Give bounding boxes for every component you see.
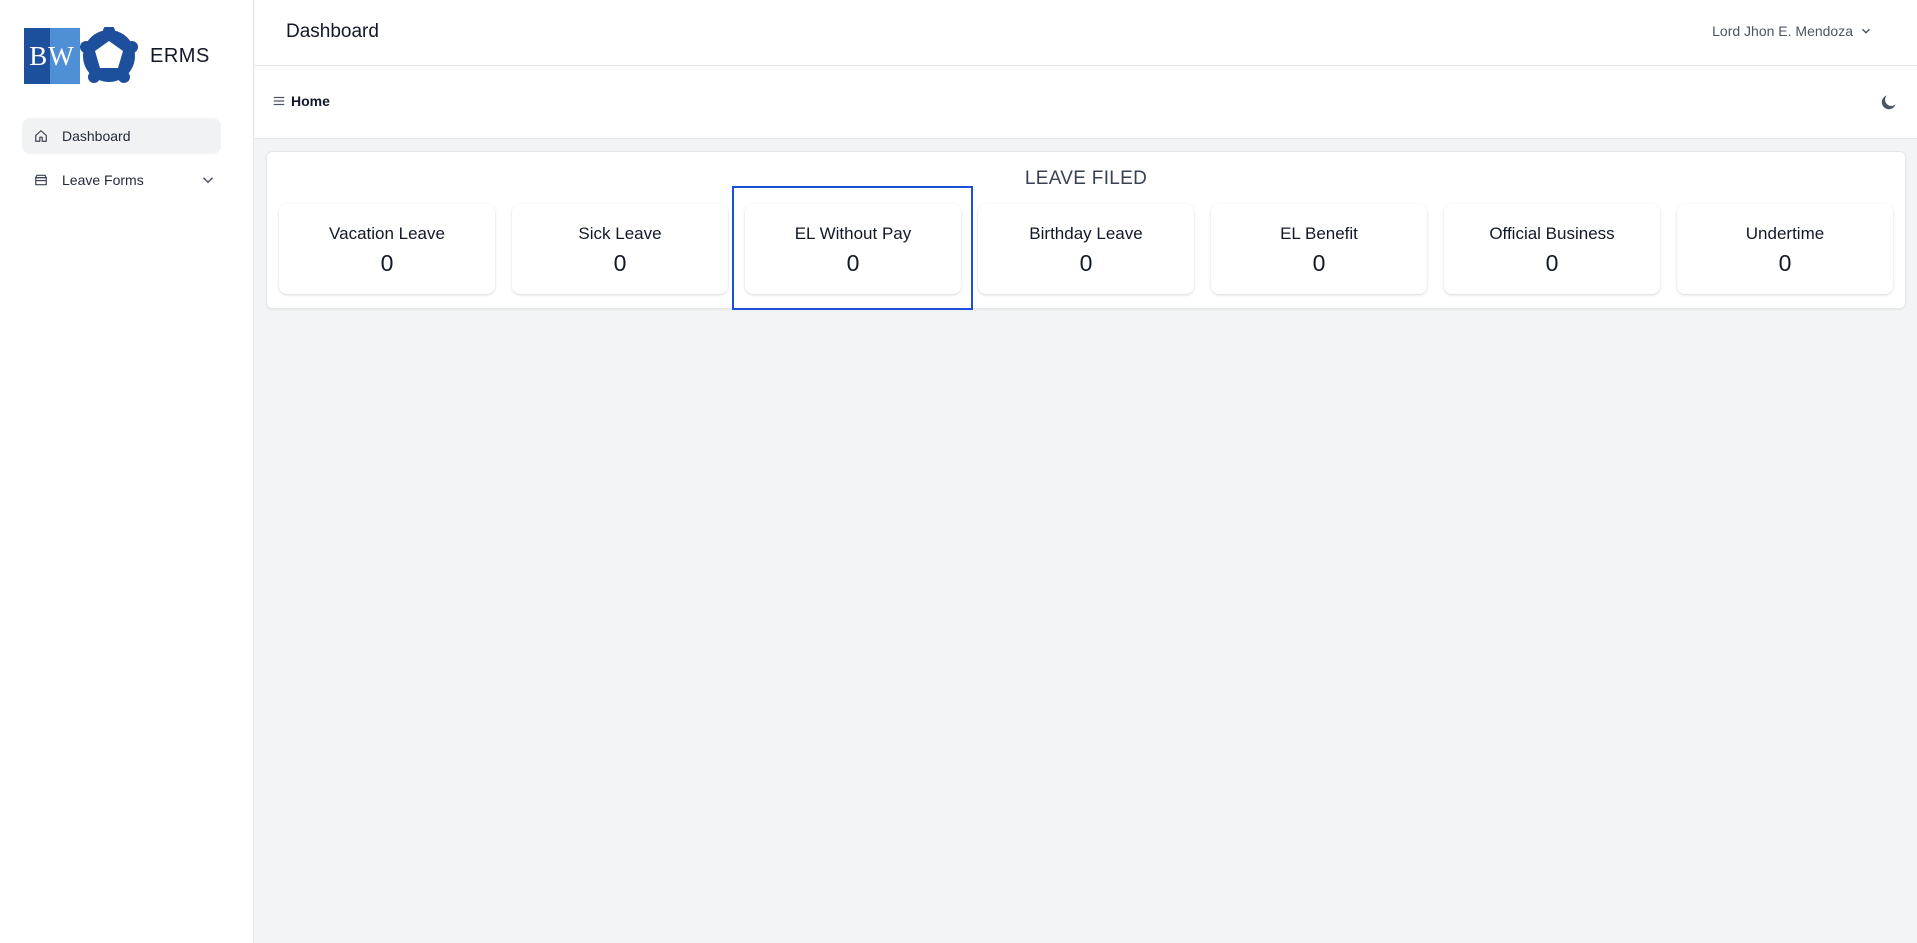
card-value: 0 bbox=[1312, 250, 1326, 276]
breadcrumb[interactable]: Home bbox=[272, 93, 330, 109]
card-label: Vacation Leave bbox=[329, 224, 445, 243]
seal-icon bbox=[80, 27, 138, 83]
card-label: Official Business bbox=[1489, 224, 1615, 243]
sidebar: BW ERMS Dashboard Leave Forms bbox=[0, 0, 254, 943]
leave-card-el-benefit[interactable]: EL Benefit 0 bbox=[1211, 204, 1427, 294]
sidebar-item-dashboard[interactable]: Dashboard bbox=[22, 118, 221, 154]
breadcrumb-bar: Home bbox=[255, 66, 1917, 139]
breadcrumb-home[interactable]: Home bbox=[291, 93, 330, 109]
sidebar-item-label: Leave Forms bbox=[62, 172, 144, 188]
card-value: 0 bbox=[1778, 250, 1792, 276]
logo-text: BW bbox=[29, 40, 75, 71]
leave-card-vacation[interactable]: Vacation Leave 0 bbox=[279, 204, 495, 294]
brand[interactable]: BW ERMS bbox=[24, 27, 210, 85]
leave-filed-panel: LEAVE FILED Vacation Leave 0 Sick Leave … bbox=[266, 151, 1906, 309]
card-label: EL Without Pay bbox=[794, 224, 912, 243]
sidebar-nav: Dashboard Leave Forms bbox=[22, 118, 221, 206]
chevron-down-icon bbox=[1861, 28, 1871, 34]
card-value: 0 bbox=[846, 250, 860, 276]
chevron-down-icon bbox=[202, 177, 214, 184]
logo-mark: BW bbox=[24, 28, 80, 84]
leave-card-birthday[interactable]: Birthday Leave 0 bbox=[978, 204, 1194, 294]
card-value: 0 bbox=[613, 250, 627, 276]
card-value: 0 bbox=[1545, 250, 1559, 276]
card-value: 0 bbox=[1079, 250, 1093, 276]
panel-title: LEAVE FILED bbox=[1024, 168, 1148, 189]
user-menu[interactable]: Lord Jhon E. Mendoza bbox=[1712, 23, 1873, 39]
home-icon bbox=[32, 127, 50, 145]
top-header: Dashboard Lord Jhon E. Mendoza bbox=[255, 0, 1917, 66]
moon-icon[interactable] bbox=[1879, 92, 1899, 112]
card-label: Undertime bbox=[1745, 224, 1825, 243]
card-label: EL Benefit bbox=[1280, 224, 1358, 243]
leave-card-official-business[interactable]: Official Business 0 bbox=[1444, 204, 1660, 294]
user-name: Lord Jhon E. Mendoza bbox=[1712, 23, 1853, 39]
leave-cards: Vacation Leave 0 Sick Leave 0 EL Without… bbox=[279, 204, 1893, 294]
app-name: ERMS bbox=[150, 44, 210, 67]
sidebar-item-label: Dashboard bbox=[62, 128, 131, 144]
sidebar-item-leave-forms[interactable]: Leave Forms bbox=[22, 162, 221, 198]
leave-card-undertime[interactable]: Undertime 0 bbox=[1677, 204, 1893, 294]
card-value: 0 bbox=[380, 250, 394, 276]
leave-card-sick[interactable]: Sick Leave 0 bbox=[512, 204, 728, 294]
card-label: Birthday Leave bbox=[1029, 224, 1143, 243]
menu-icon[interactable] bbox=[272, 94, 286, 108]
archive-icon bbox=[32, 171, 50, 189]
page-title: Dashboard bbox=[286, 21, 379, 42]
leave-card-el-without-pay[interactable]: EL Without Pay 0 bbox=[745, 204, 961, 294]
logo: BW bbox=[24, 27, 140, 85]
card-label: Sick Leave bbox=[578, 224, 662, 243]
